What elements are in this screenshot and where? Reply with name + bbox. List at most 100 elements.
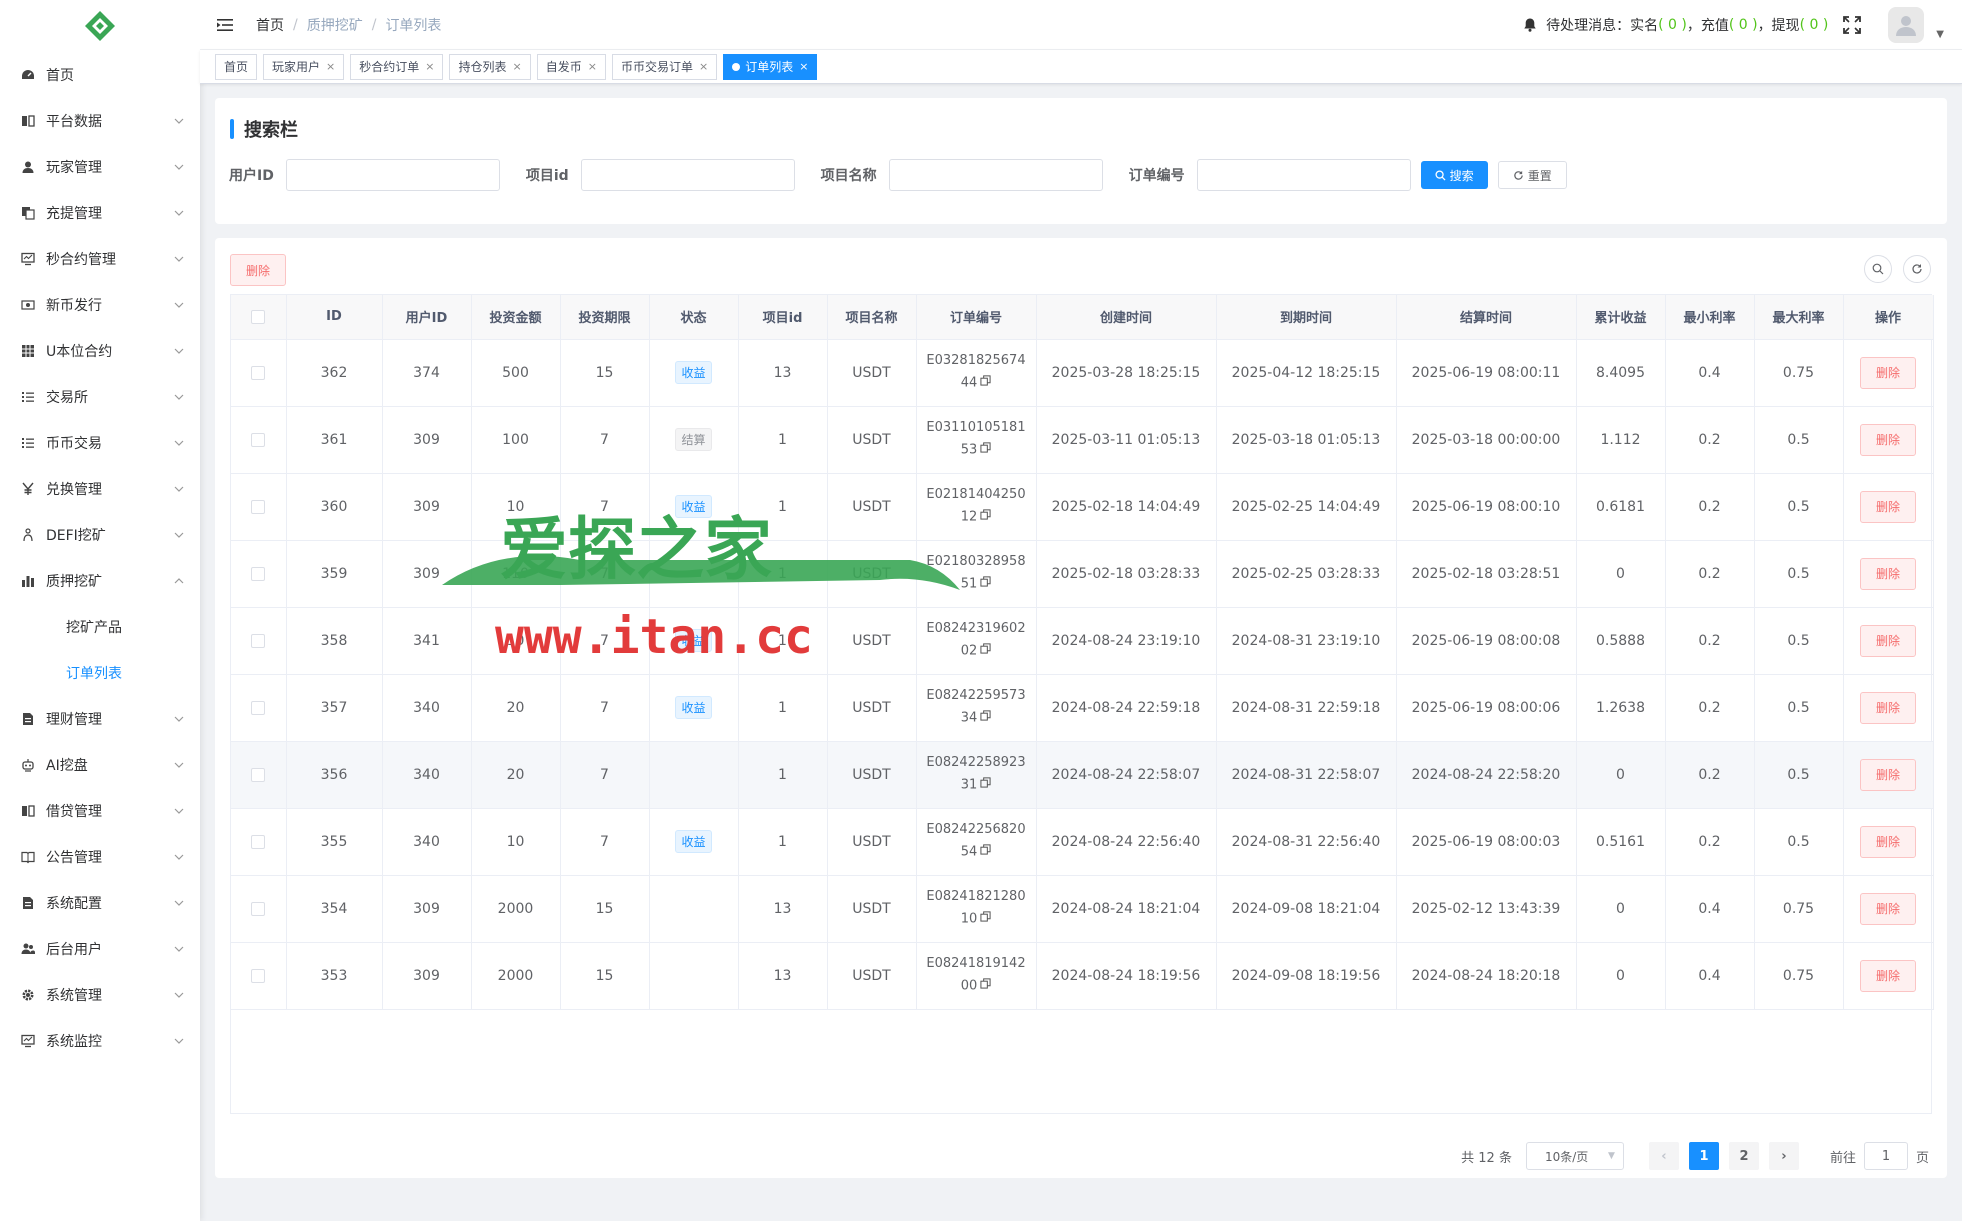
search-button[interactable]: 搜索: [1420, 161, 1488, 189]
batch-delete-button[interactable]: 删除: [230, 254, 286, 286]
delete-row-button[interactable]: 删除: [1860, 959, 1916, 992]
row-checkbox[interactable]: [251, 700, 266, 715]
app-logo[interactable]: [0, 0, 200, 52]
sidebar-item[interactable]: DEFI挖矿: [0, 512, 200, 558]
tab-tag[interactable]: 玩家用户 ×: [263, 53, 345, 80]
close-icon[interactable]: ×: [326, 60, 335, 73]
copy-icon[interactable]: [980, 707, 991, 729]
delete-row-button[interactable]: 删除: [1860, 490, 1916, 523]
select-all-checkbox[interactable]: [251, 309, 266, 324]
copy-icon[interactable]: [980, 975, 991, 997]
refresh-table-button[interactable]: [1903, 255, 1931, 283]
sidebar-item[interactable]: 质押挖矿: [0, 558, 200, 604]
sidebar-item[interactable]: AI挖盘: [0, 742, 200, 788]
delete-row-button[interactable]: 删除: [1860, 624, 1916, 657]
row-checkbox[interactable]: [251, 566, 266, 581]
page-button[interactable]: 2: [1728, 1142, 1759, 1170]
recharge-label[interactable]: ，充值: [1687, 15, 1729, 35]
page-button[interactable]: 1: [1688, 1142, 1719, 1170]
withdraw-label[interactable]: ，提现: [1758, 15, 1800, 35]
sidebar-item[interactable]: 交易所: [0, 374, 200, 420]
sidebar-item[interactable]: 秒合约管理: [0, 236, 200, 282]
copy-icon[interactable]: [980, 506, 991, 528]
table-row[interactable]: 361 309 100 7 结算 1 USDT E03110105181 53 2025-03-1…: [231, 406, 1934, 474]
bell-icon[interactable]: [1522, 17, 1538, 33]
close-icon[interactable]: ×: [425, 60, 434, 73]
close-icon[interactable]: ×: [799, 60, 808, 73]
sidebar-item[interactable]: 系统监控: [0, 1018, 200, 1064]
next-page-button[interactable]: ›: [1768, 1142, 1799, 1170]
copy-icon[interactable]: [980, 774, 991, 796]
delete-row-button[interactable]: 删除: [1860, 691, 1916, 724]
row-checkbox[interactable]: [251, 767, 266, 782]
chevron-down-icon[interactable]: ▼: [1936, 29, 1944, 40]
breadcrumb-home[interactable]: 首页: [256, 15, 284, 35]
row-checkbox[interactable]: [251, 834, 266, 849]
table-row[interactable]: 362 374 500 15 收益 13 USDT E03281825674 44 2025-03…: [231, 339, 1934, 407]
row-checkbox[interactable]: [251, 968, 266, 983]
fullscreen-icon[interactable]: [1842, 15, 1862, 35]
tab-tag[interactable]: 持仓列表 ×: [449, 53, 531, 80]
recharge-count[interactable]: ( 0 ): [1729, 17, 1758, 33]
withdraw-count[interactable]: ( 0 ): [1800, 17, 1829, 33]
sidebar-item[interactable]: 平台数据: [0, 98, 200, 144]
row-checkbox[interactable]: [251, 499, 266, 514]
sidebar-item[interactable]: 系统管理: [0, 972, 200, 1018]
copy-icon[interactable]: [980, 908, 991, 930]
sidebar-item[interactable]: 借贷管理: [0, 788, 200, 834]
project-name-input[interactable]: [888, 159, 1103, 191]
delete-row-button[interactable]: 删除: [1860, 356, 1916, 389]
real-name-label[interactable]: 实名: [1630, 15, 1658, 35]
tab-tag[interactable]: 首页: [215, 53, 258, 80]
table-row[interactable]: 357 340 20 7 收益 1 USDT E08242259573 34 2024-08-24…: [231, 674, 1934, 742]
sidebar-item[interactable]: 系统配置: [0, 880, 200, 926]
copy-icon[interactable]: [980, 573, 991, 595]
submenu-item[interactable]: 挖矿产品: [0, 604, 200, 650]
close-icon[interactable]: ×: [588, 60, 597, 73]
delete-row-button[interactable]: 删除: [1860, 758, 1916, 791]
delete-row-button[interactable]: 删除: [1860, 423, 1916, 456]
table-row[interactable]: 353 309 2000 15 13 USDT E08241819142 00 2024-08-…: [231, 942, 1934, 1010]
sidebar-item[interactable]: 公告管理: [0, 834, 200, 880]
real-name-count[interactable]: ( 0 ): [1658, 17, 1687, 33]
table-row[interactable]: 359 309 110 7 1 USDT E02180328958 51 2025-02-18 …: [231, 540, 1934, 608]
row-checkbox[interactable]: [251, 633, 266, 648]
tab-tag[interactable]: 币币交易订单 ×: [611, 53, 718, 80]
reset-button[interactable]: 重置: [1497, 161, 1567, 189]
copy-icon[interactable]: [980, 372, 991, 394]
submenu-item[interactable]: 订单列表: [0, 650, 200, 696]
sidebar-item[interactable]: 新币发行: [0, 282, 200, 328]
user-id-input[interactable]: [285, 159, 500, 191]
sidebar-item[interactable]: 充提管理: [0, 190, 200, 236]
toggle-search-button[interactable]: [1864, 255, 1892, 283]
tab-tag[interactable]: 订单列表 ×: [723, 53, 818, 80]
copy-icon[interactable]: [980, 439, 991, 461]
table-row[interactable]: 356 340 20 7 1 USDT E08242258923 31 2024-08-24 2…: [231, 741, 1934, 809]
row-checkbox[interactable]: [251, 432, 266, 447]
tab-tag[interactable]: 秒合约订单 ×: [350, 53, 444, 80]
hamburger-icon[interactable]: [216, 16, 234, 34]
page-size-select[interactable]: 10条/页 ▼: [1525, 1142, 1624, 1170]
delete-row-button[interactable]: 删除: [1860, 557, 1916, 590]
prev-page-button[interactable]: ‹: [1648, 1142, 1679, 1170]
delete-row-button[interactable]: 删除: [1860, 825, 1916, 858]
sidebar-item[interactable]: 后台用户: [0, 926, 200, 972]
table-row[interactable]: 360 309 10 7 收益 1 USDT E02181404250 12 2025-02-18…: [231, 473, 1934, 541]
copy-icon[interactable]: [980, 640, 991, 662]
sidebar-item[interactable]: 兑换管理: [0, 466, 200, 512]
table-row[interactable]: 354 309 2000 15 13 USDT E08241821280 10 2024-08-…: [231, 875, 1934, 943]
sidebar-item[interactable]: 玩家管理: [0, 144, 200, 190]
row-checkbox[interactable]: [251, 365, 266, 380]
table-row[interactable]: 355 340 10 7 收益 1 USDT E08242256820 54 2024-08-24…: [231, 808, 1934, 876]
table-row[interactable]: 358 341 10 7 收益 1 USDT E08242319602 02 2024-08-24…: [231, 607, 1934, 675]
delete-row-button[interactable]: 删除: [1860, 892, 1916, 925]
project-id-input[interactable]: [580, 159, 795, 191]
copy-icon[interactable]: [980, 841, 991, 863]
close-icon[interactable]: ×: [699, 60, 708, 73]
row-checkbox[interactable]: [251, 901, 266, 916]
close-icon[interactable]: ×: [513, 60, 522, 73]
sidebar-item[interactable]: 理财管理: [0, 696, 200, 742]
sidebar-item[interactable]: U本位合约: [0, 328, 200, 374]
sidebar-item[interactable]: 币币交易: [0, 420, 200, 466]
sidebar-item[interactable]: 首页: [0, 52, 200, 98]
